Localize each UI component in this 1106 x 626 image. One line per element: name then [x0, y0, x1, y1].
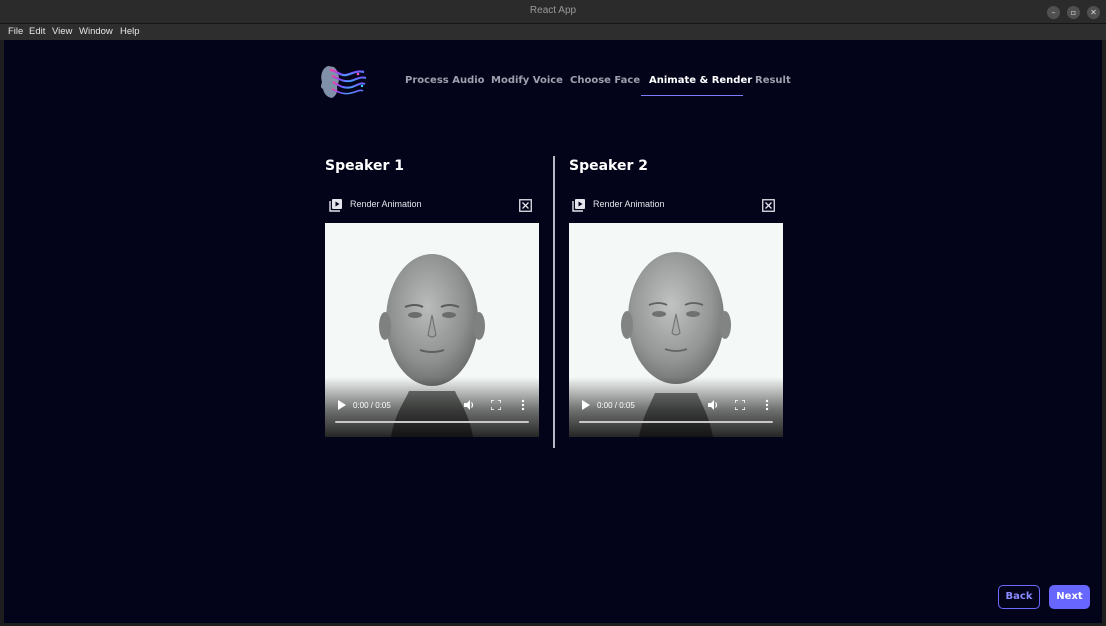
fullscreen-icon[interactable]: [735, 400, 745, 410]
speaker-1-render-row: Render Animation: [329, 197, 533, 217]
speaker-2-video[interactable]: 0:00 / 0:05: [569, 223, 783, 437]
close-icon[interactable]: ✕: [1087, 6, 1100, 19]
video-time: 0:00 / 0:05: [597, 401, 635, 410]
speaker-2-title: Speaker 2: [569, 158, 648, 174]
speaker-2-render-row: Render Animation: [572, 197, 776, 217]
speaker-1-title: Speaker 1: [325, 158, 404, 174]
video-time: 0:00 / 0:05: [353, 401, 391, 410]
close-box-icon[interactable]: [519, 197, 532, 212]
speaker-1-video[interactable]: 0:00 / 0:05: [325, 223, 539, 437]
play-icon[interactable]: [581, 400, 590, 410]
menu-edit[interactable]: Edit: [29, 26, 45, 37]
menu-view[interactable]: View: [52, 26, 72, 37]
menu-file[interactable]: File: [8, 26, 23, 37]
render-play-icon[interactable]: [572, 197, 586, 212]
logo-icon: [318, 62, 368, 102]
minimize-icon[interactable]: –: [1047, 6, 1060, 19]
play-icon[interactable]: [337, 400, 346, 410]
video-progress-track[interactable]: [335, 421, 529, 423]
menu-bar: File Edit View Window Help: [0, 24, 1106, 40]
close-box-icon[interactable]: [762, 197, 775, 212]
active-step-indicator: [641, 95, 743, 96]
menu-help[interactable]: Help: [120, 26, 140, 37]
video-progress-track[interactable]: [579, 421, 773, 423]
speaker-2-render-button[interactable]: Render Animation: [593, 199, 665, 209]
nav-step-modify-voice[interactable]: Modify Voice: [491, 75, 563, 86]
window-titlebar: React App – ▫ ✕: [0, 0, 1106, 24]
app-root: Process Audio Modify Voice Choose Face A…: [4, 40, 1102, 623]
nav-step-process-audio[interactable]: Process Audio: [405, 75, 485, 86]
menu-window[interactable]: Window: [79, 26, 113, 37]
window-title: React App: [529, 5, 577, 16]
render-play-icon[interactable]: [329, 197, 343, 212]
back-button[interactable]: Back: [998, 585, 1040, 609]
video-controls: 0:00 / 0:05: [325, 377, 539, 437]
volume-icon[interactable]: [463, 399, 475, 411]
volume-icon[interactable]: [707, 399, 719, 411]
nav-step-choose-face[interactable]: Choose Face: [570, 75, 640, 86]
fullscreen-icon[interactable]: [491, 400, 501, 410]
speaker-divider: [553, 156, 555, 448]
next-button[interactable]: Next: [1049, 585, 1090, 609]
more-icon[interactable]: [765, 399, 769, 411]
video-controls: 0:00 / 0:05: [569, 377, 783, 437]
maximize-icon[interactable]: ▫: [1067, 6, 1080, 19]
window-edge-right: [1102, 40, 1106, 626]
nav-step-result[interactable]: Result: [755, 75, 791, 86]
more-icon[interactable]: [521, 399, 525, 411]
nav-step-animate-render[interactable]: Animate & Render: [649, 75, 752, 86]
speaker-1-render-button[interactable]: Render Animation: [350, 199, 422, 209]
